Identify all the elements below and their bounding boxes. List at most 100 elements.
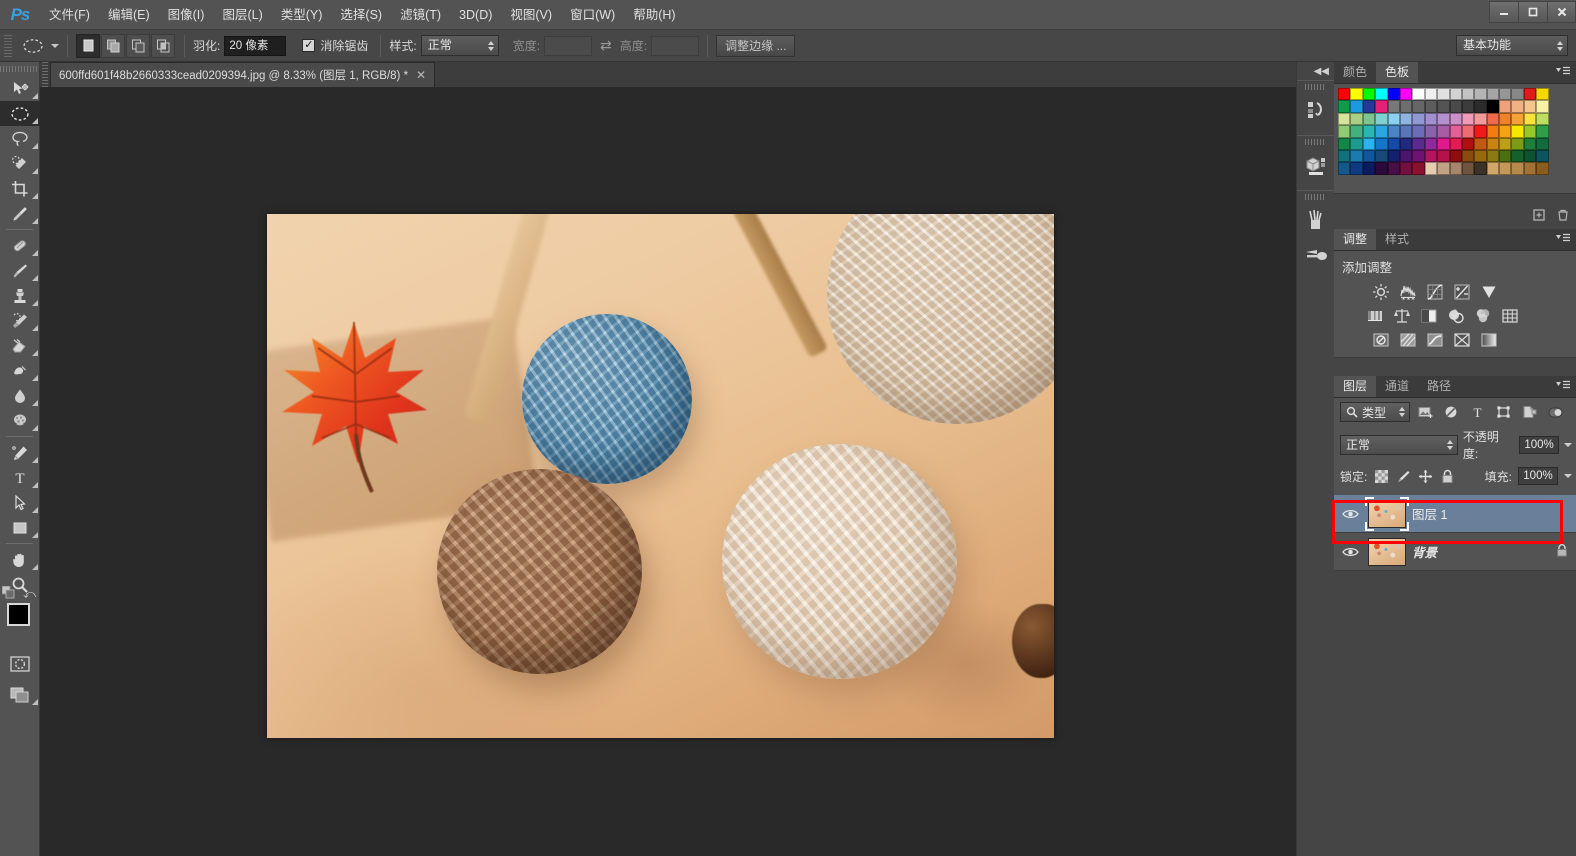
- curves-icon[interactable]: [1424, 282, 1446, 302]
- close-button[interactable]: [1547, 1, 1576, 23]
- menu-window[interactable]: 窗口(W): [561, 0, 624, 30]
- filter-toggle-icon[interactable]: [1545, 402, 1566, 422]
- tab-color[interactable]: 颜色: [1334, 62, 1377, 83]
- swatch-2-14[interactable]: [1511, 112, 1524, 126]
- restore-button[interactable]: [1518, 1, 1547, 23]
- exposure-icon[interactable]: [1451, 282, 1473, 302]
- menu-3d[interactable]: 3D(D): [450, 0, 501, 30]
- swatch-0-14[interactable]: [1511, 88, 1524, 101]
- swatch-3-14[interactable]: [1523, 125, 1537, 138]
- menu-image[interactable]: 图像(I): [159, 0, 214, 30]
- minimize-button[interactable]: [1489, 1, 1518, 23]
- swatch-4-15[interactable]: [1338, 149, 1351, 163]
- channel-mixer-icon[interactable]: [1472, 306, 1494, 326]
- canvas-area[interactable]: [40, 88, 1296, 856]
- delete-swatch-icon[interactable]: [1556, 208, 1570, 225]
- swatch-4-7[interactable]: [1449, 137, 1462, 150]
- swatch-3-2[interactable]: [1375, 125, 1388, 138]
- color-panel-menu-icon[interactable]: [1555, 66, 1571, 76]
- blend-mode-select[interactable]: 正常: [1340, 435, 1458, 455]
- tools-panel-grip[interactable]: [0, 62, 39, 76]
- swatch-3-8[interactable]: [1449, 125, 1462, 138]
- filter-image-icon[interactable]: [1415, 402, 1436, 422]
- lock-image-icon[interactable]: [1395, 468, 1411, 484]
- tab-styles[interactable]: 样式: [1376, 229, 1419, 250]
- swatch-1-7[interactable]: [1424, 100, 1438, 113]
- swatch-6-6[interactable]: [1449, 162, 1462, 175]
- swatch-0-12[interactable]: [1486, 88, 1500, 101]
- swatch-6-10[interactable]: [1499, 162, 1512, 175]
- dodge-tool[interactable]: [0, 408, 40, 433]
- swatch-4-9[interactable]: [1474, 137, 1487, 150]
- height-input[interactable]: [651, 35, 700, 56]
- layer-row-2[interactable]: 背景: [1334, 533, 1576, 571]
- quick-selection-tool[interactable]: [0, 151, 40, 176]
- swatch-0-13[interactable]: [1499, 88, 1512, 101]
- lock-all-icon[interactable]: [1439, 468, 1455, 484]
- swatch-5-15[interactable]: [1350, 162, 1363, 175]
- layer-visibility-toggle-2[interactable]: [1334, 533, 1366, 571]
- swatch-2-5[interactable]: [1399, 112, 1413, 126]
- document-tab-close-icon[interactable]: ✕: [416, 68, 426, 82]
- menu-select[interactable]: 选择(S): [331, 0, 391, 30]
- rectangle-tool[interactable]: [0, 515, 40, 540]
- screen-mode-button[interactable]: [0, 682, 40, 707]
- swatch-3-16[interactable]: [1338, 137, 1351, 150]
- crop-tool[interactable]: [0, 176, 40, 201]
- document-canvas[interactable]: [267, 214, 1054, 738]
- history-panel-icon[interactable]: [1297, 93, 1335, 127]
- swatches-grid[interactable]: [1334, 84, 1576, 175]
- swatch-2-13[interactable]: [1499, 112, 1512, 126]
- swatch-6-7[interactable]: [1461, 162, 1475, 175]
- history-brush-tool[interactable]: [0, 308, 40, 333]
- add-to-selection-button[interactable]: [101, 33, 125, 58]
- swatch-4-2[interactable]: [1387, 137, 1400, 150]
- swap-colors-icon[interactable]: ⤺: [23, 587, 36, 602]
- swatch-5-9[interactable]: [1486, 149, 1500, 163]
- invert-icon[interactable]: [1370, 330, 1392, 350]
- brush-tool[interactable]: [0, 258, 40, 283]
- swatch-1-13[interactable]: [1499, 100, 1512, 113]
- document-tab-grip[interactable]: [40, 61, 50, 87]
- swatch-4-5[interactable]: [1424, 137, 1438, 150]
- tab-swatches[interactable]: 色板: [1376, 62, 1419, 83]
- swatch-0-11[interactable]: [1474, 88, 1487, 101]
- hue-saturation-icon[interactable]: [1364, 306, 1386, 326]
- swatch-1-14[interactable]: [1511, 100, 1524, 113]
- selective-color-icon[interactable]: [1451, 330, 1473, 350]
- swatch-5-16[interactable]: [1362, 162, 1376, 175]
- swatch-1-11[interactable]: [1474, 100, 1487, 113]
- swatch-5-1[interactable]: [1387, 149, 1400, 163]
- menu-help[interactable]: 帮助(H): [624, 0, 684, 30]
- swatch-1-5[interactable]: [1399, 100, 1413, 113]
- swatch-5-13[interactable]: [1536, 149, 1549, 163]
- menu-edit[interactable]: 编辑(E): [99, 0, 159, 30]
- swatch-4-4[interactable]: [1412, 137, 1425, 150]
- filter-type-icon[interactable]: T: [1467, 402, 1488, 422]
- adjustments-panel-menu-icon[interactable]: [1555, 233, 1571, 243]
- swatch-6-12[interactable]: [1523, 162, 1537, 175]
- threshold-icon[interactable]: [1424, 330, 1446, 350]
- filter-adjustment-icon[interactable]: [1441, 402, 1462, 422]
- swatch-2-7[interactable]: [1424, 112, 1438, 126]
- pen-tool[interactable]: [0, 440, 40, 465]
- brightness-contrast-icon[interactable]: [1370, 282, 1392, 302]
- swatch-2-1[interactable]: [1350, 112, 1363, 126]
- swatch-0-1[interactable]: [1350, 88, 1363, 101]
- swatch-3-11[interactable]: [1486, 125, 1500, 138]
- swatch-4-6[interactable]: [1437, 137, 1450, 150]
- swatch-6-8[interactable]: [1474, 162, 1487, 175]
- style-select[interactable]: 正常: [420, 35, 499, 56]
- opacity-value[interactable]: 100%: [1519, 436, 1559, 454]
- swatch-5-8[interactable]: [1474, 149, 1487, 163]
- options-bar-grip[interactable]: [4, 34, 12, 57]
- photo-filter-icon[interactable]: [1445, 306, 1467, 326]
- layers-panel-menu-icon[interactable]: [1555, 380, 1571, 390]
- subtract-from-selection-button[interactable]: [126, 33, 150, 58]
- feather-input[interactable]: 20 像素: [224, 35, 287, 56]
- swatch-0-16[interactable]: [1536, 88, 1549, 101]
- swatch-6-9[interactable]: [1486, 162, 1500, 175]
- new-selection-button[interactable]: [76, 33, 100, 58]
- history-group-grip[interactable]: [1305, 84, 1326, 90]
- swatch-3-15[interactable]: [1536, 125, 1549, 138]
